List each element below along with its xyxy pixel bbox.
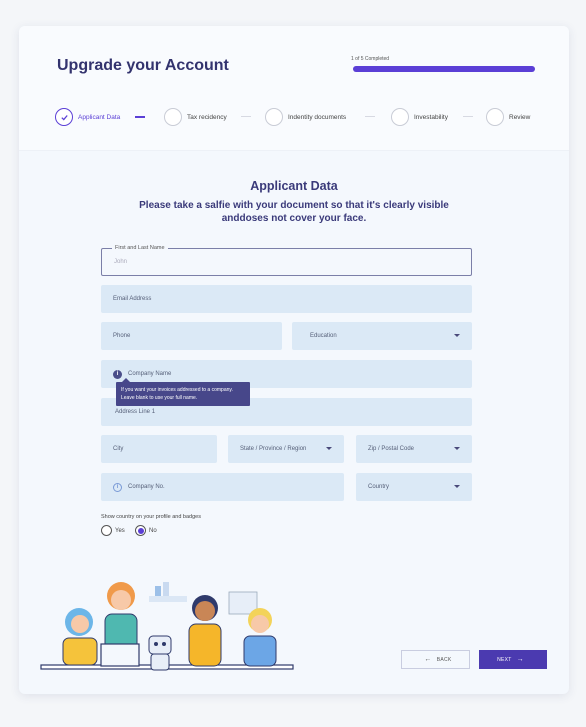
progress-bar <box>353 66 535 72</box>
check-icon <box>55 108 73 126</box>
company-no-placeholder: Company No. <box>128 484 165 490</box>
progress-bar-fill <box>353 66 535 72</box>
name-field-value: John <box>114 259 128 265</box>
country-placeholder: Country <box>368 484 390 490</box>
step-tax-recidency[interactable]: Tax recidency <box>164 107 227 127</box>
step-identity-documents[interactable]: Indentity documents <box>265 107 346 127</box>
state-placeholder: State / Province / Region <box>240 446 307 452</box>
info-icon[interactable]: i <box>113 369 122 379</box>
step-label: Investability <box>414 113 448 121</box>
radio-circle-icon <box>101 525 112 536</box>
step-circle-icon <box>164 108 182 126</box>
phone-placeholder: Phone <box>113 333 131 339</box>
step-connector-4 <box>463 116 473 117</box>
step-connector-1 <box>135 116 145 118</box>
state-select[interactable]: State / Province / Region <box>228 435 344 463</box>
education-select[interactable]: Education <box>292 322 472 350</box>
email-placeholder: Email Address <box>113 296 152 302</box>
radio-yes[interactable]: Yes <box>101 525 125 536</box>
email-field[interactable]: Email Address <box>101 285 472 313</box>
address-line-1-placeholder: Address Line 1 <box>115 409 156 415</box>
step-label: Tax recidency <box>187 113 227 121</box>
info-icon[interactable]: i <box>113 482 122 492</box>
step-label: Review <box>509 113 531 121</box>
arrow-left-icon: ← <box>424 656 432 663</box>
kids-illustration <box>40 582 294 671</box>
radio-selected-dot <box>137 527 144 534</box>
back-button[interactable]: ← BACK <box>401 650 470 669</box>
step-connector-3 <box>365 116 375 117</box>
step-connector-2 <box>241 116 251 117</box>
progress-label: 1 of 5 Completed <box>351 56 390 62</box>
radio-no-label: No <box>149 527 157 534</box>
country-select[interactable]: Country <box>356 473 472 501</box>
step-investability[interactable]: Investability <box>391 107 448 127</box>
next-button[interactable]: NEXT → <box>479 650 547 669</box>
company-name-tooltip: If you want your invoices addressed to a… <box>116 378 250 406</box>
company-name-placeholder: Company Name <box>128 371 172 377</box>
name-field-legend: First and Last Name <box>112 245 168 251</box>
zip-placeholder: Zip / Postal Code <box>368 446 415 452</box>
arrow-right-icon: → <box>516 656 524 663</box>
name-field[interactable]: First and Last Name John <box>101 245 472 276</box>
radio-yes-label: Yes <box>115 527 125 534</box>
radio-no[interactable]: No <box>135 525 157 536</box>
chevron-down-icon <box>326 447 332 450</box>
radio-circle-icon <box>135 525 146 536</box>
step-circle-icon <box>486 108 504 126</box>
step-label: Applicant Data <box>78 113 121 121</box>
zip-select[interactable]: Zip / Postal Code <box>356 435 472 463</box>
step-circle-icon <box>391 108 409 126</box>
city-placeholder: City <box>113 446 124 452</box>
phone-field[interactable]: Phone <box>101 322 282 350</box>
company-no-field[interactable]: i Company No. <box>101 473 344 501</box>
education-placeholder: Education <box>310 333 337 339</box>
step-label: Indentity documents <box>288 113 347 121</box>
wizard-header: Upgrade your Account 1 of 5 Completed Ap… <box>19 26 569 151</box>
back-label: BACK <box>436 656 452 663</box>
form-subtitle: Please take a salfie with your document … <box>139 200 449 224</box>
chevron-down-icon <box>454 485 460 488</box>
step-review[interactable]: Review <box>486 107 530 127</box>
upgrade-account-card: Upgrade your Account 1 of 5 Completed Ap… <box>19 26 569 694</box>
next-label: NEXT <box>497 656 512 663</box>
city-field[interactable]: City <box>101 435 217 463</box>
form-title: Applicant Data <box>250 179 338 193</box>
chevron-down-icon <box>454 447 460 450</box>
page-title: Upgrade your Account <box>57 57 229 74</box>
step-circle-icon <box>265 108 283 126</box>
show-country-question: Show country on your profile and badges <box>101 514 201 520</box>
chevron-down-icon <box>454 334 460 337</box>
step-applicant-data[interactable]: Applicant Data <box>55 107 120 127</box>
